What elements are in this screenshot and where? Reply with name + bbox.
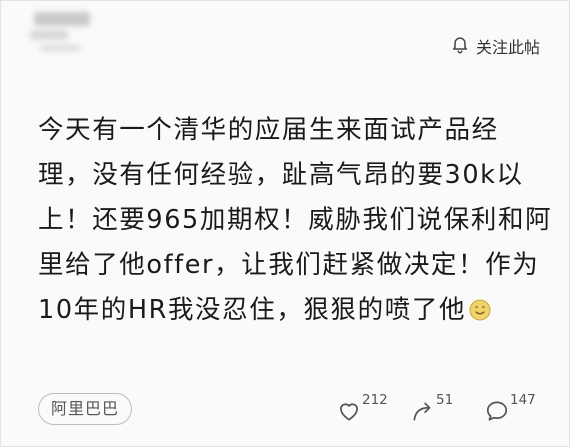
like-button[interactable]: 212 [336,392,388,428]
post-line-text: 10年的HR我没忍住，狠狠的喷了他 [38,295,467,325]
follow-label: 关注此帖 [475,38,540,57]
follow-post-button[interactable]: 关注此帖 [450,34,540,58]
post-line: 今天有一个清华的应届生来面试产品经 [38,115,499,145]
post-line: 上！还要965加期权！威胁我们说保利和阿 [38,205,553,235]
post-line: 理，没有任何经验，趾高气昂的要30k以 [38,160,524,190]
post-line: 里给了他offer，让我们赶紧做决定！作为 [38,250,540,280]
blurred-author-avatar[interactable] [30,8,100,56]
comment-count: 147 [510,392,536,408]
comment-button[interactable]: 147 [484,392,536,428]
like-count: 212 [362,392,388,408]
repost-button[interactable]: 51 [410,392,453,428]
topic-tag[interactable]: 阿里巴巴 [38,393,133,425]
repost-count: 51 [436,392,454,408]
post-line-last: 10年的HR我没忍住，狠狠的喷了他 [38,288,543,333]
post-content: 今天有一个清华的应届生来面试产品经 理，没有任何经验，趾高气昂的要30k以 上！… [38,108,553,333]
smiling-face-emoji [468,292,492,321]
bell-icon [450,34,470,58]
heart-icon [336,392,362,428]
repost-icon [410,392,436,428]
comment-icon [484,392,510,428]
